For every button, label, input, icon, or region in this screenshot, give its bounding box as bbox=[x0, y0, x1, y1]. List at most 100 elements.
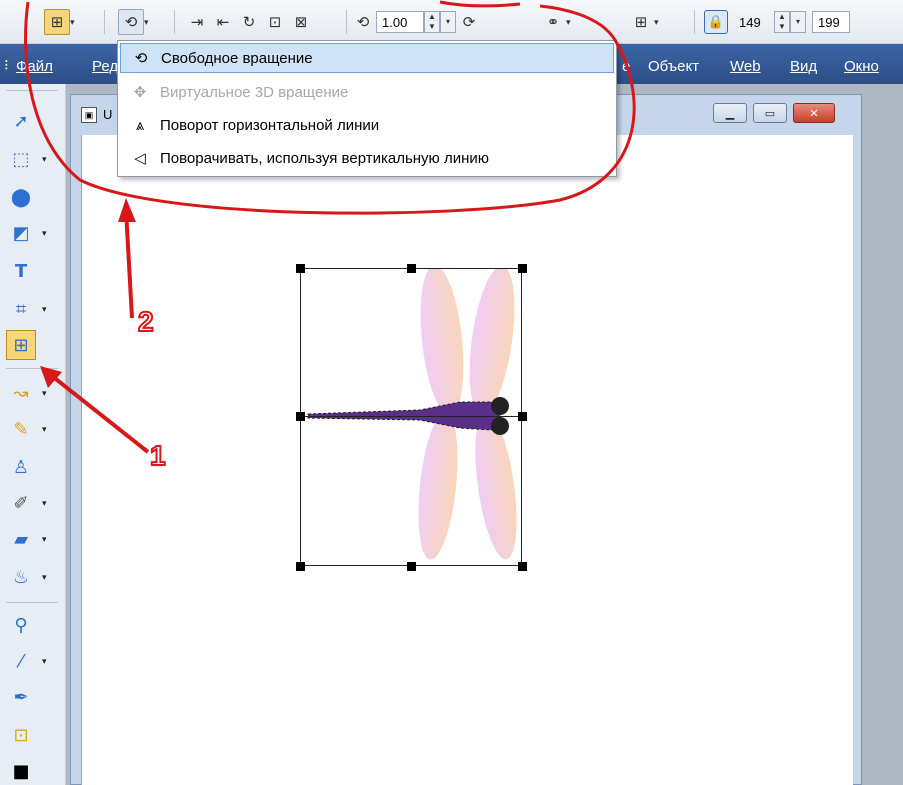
rotation-axis-line bbox=[300, 416, 522, 417]
rotation-group: ⟲ 1.00 ▲ ▼ ▾ ⟳ bbox=[350, 9, 482, 35]
menu-item-label: Виртуальное 3D вращение bbox=[160, 83, 349, 101]
separator bbox=[174, 10, 175, 34]
mask-tool-icon[interactable]: ⬤ bbox=[6, 182, 36, 212]
align-tools: ⇥ ⇤ ↻ ⊡ ⊠ bbox=[184, 9, 314, 35]
pick-tool-icon[interactable]: ➚ bbox=[6, 106, 36, 136]
menu-item-label: Поворачивать, используя вертикальную лин… bbox=[160, 149, 490, 167]
fill-tool-icon[interactable]: ♨ bbox=[6, 562, 36, 592]
brush-tool-icon[interactable]: ✎ bbox=[6, 414, 36, 444]
rotate-left-icon[interactable]: ⟲ bbox=[350, 9, 376, 35]
menu-edit[interactable]: Ред bbox=[92, 58, 118, 75]
spray-tool-icon[interactable]: ✐ bbox=[6, 488, 36, 518]
separator bbox=[346, 10, 347, 34]
resize-handle[interactable] bbox=[296, 264, 305, 273]
height-field[interactable]: 199 bbox=[812, 11, 850, 33]
resize-handle[interactable] bbox=[296, 412, 305, 421]
chevron-down-icon[interactable]: ▾ bbox=[42, 388, 47, 399]
eyedropper-tool-icon[interactable]: ⁄ bbox=[6, 646, 36, 676]
width-spinner[interactable]: ▲ ▼ bbox=[774, 11, 790, 33]
chevron-down-icon[interactable]: ▾ bbox=[42, 228, 47, 239]
transform-mode-button[interactable]: ⊞ bbox=[44, 9, 70, 35]
menu-item-label: Поворот горизонтальной линии bbox=[160, 116, 380, 134]
separator bbox=[104, 10, 105, 34]
annotation-marker-1: 1 bbox=[149, 439, 167, 472]
shape-tool-icon[interactable]: ◩ bbox=[6, 218, 36, 248]
free-rotate-icon: ⟲ bbox=[134, 49, 148, 67]
rotate-mode-dropdown: ⟲ Свободное вращение ✥ Виртуальное 3D вр… bbox=[117, 40, 617, 177]
menu-object[interactable]: Объект bbox=[648, 58, 699, 75]
horizontal-line-rotate-icon: ⩓ bbox=[135, 116, 145, 134]
rotate-right-icon[interactable]: ⟳ bbox=[456, 9, 482, 35]
menu-web[interactable]: Web bbox=[730, 58, 761, 75]
chevron-down-icon[interactable]: ▾ bbox=[42, 572, 47, 583]
resize-handle[interactable] bbox=[407, 264, 416, 273]
chevron-down-icon[interactable]: ▾ bbox=[144, 17, 154, 28]
transform-tool-icon[interactable]: ⊞ bbox=[6, 330, 36, 360]
menu-item-3d-rotate: ✥ Виртуальное 3D вращение bbox=[120, 77, 614, 107]
chevron-down-icon[interactable]: ▾ bbox=[42, 656, 47, 667]
menu-window[interactable]: Окно bbox=[844, 58, 879, 75]
close-button[interactable]: ✕ bbox=[793, 103, 835, 123]
resize-handle[interactable] bbox=[407, 562, 416, 571]
rotation-dropdown[interactable]: ▾ bbox=[440, 11, 456, 33]
resize-handle[interactable] bbox=[518, 562, 527, 571]
fit-icon[interactable]: ⊠ bbox=[288, 9, 314, 35]
size-group: 🔒 149 ▲ ▼ ▾ 199 bbox=[704, 9, 850, 35]
link-group: ⚭ ▾ bbox=[540, 9, 576, 35]
maximize-button[interactable]: ▭ bbox=[753, 103, 787, 123]
menu-file[interactable]: Файл bbox=[16, 58, 53, 75]
minimize-button[interactable]: ▁ bbox=[713, 103, 747, 123]
color-swatch-icon[interactable]: ■ bbox=[6, 756, 36, 785]
text-tool-icon[interactable]: T bbox=[6, 256, 36, 286]
property-bar: ⊞ ▾ ⟲ ▾ ⇥ ⇤ ↻ ⊡ ⊠ ⟲ 1.00 ▲ ▼ ▾ ⟳ ⚭ ▾ ⊞ ▾… bbox=[0, 0, 903, 44]
chevron-down-icon[interactable]: ▾ bbox=[42, 154, 47, 165]
rotate-mode-button[interactable]: ⟲ bbox=[118, 9, 144, 35]
rotate-90-icon[interactable]: ↻ bbox=[236, 9, 262, 35]
menu-grip: ⁝ bbox=[4, 57, 9, 74]
chevron-down-icon[interactable]: ▾ bbox=[566, 17, 576, 28]
menu-item-label: Свободное вращение bbox=[161, 49, 313, 67]
selection-bounding-box[interactable] bbox=[300, 268, 522, 566]
clone-tool-icon[interactable]: ♙ bbox=[6, 452, 36, 482]
link-icon[interactable]: ⚭ bbox=[540, 9, 566, 35]
selection-tool-icon[interactable]: ⬚ bbox=[6, 144, 36, 174]
chevron-down-icon[interactable]: ▾ bbox=[42, 424, 47, 435]
rotate-mode-group: ⟲ ▾ bbox=[118, 9, 154, 35]
object-picker-icon[interactable]: ⊡ bbox=[6, 720, 36, 750]
menu-item-vertical-rotate[interactable]: ◁ Поворачивать, используя вертикальную л… bbox=[120, 143, 614, 173]
rotation-angle-field[interactable]: 1.00 bbox=[376, 11, 424, 33]
object-options-icon[interactable]: ⊞ bbox=[628, 9, 654, 35]
crop-tool-icon[interactable]: ⌗ bbox=[6, 294, 36, 324]
chevron-down-icon[interactable]: ▾ bbox=[42, 534, 47, 545]
rotation-spinner[interactable]: ▲ ▼ bbox=[424, 11, 440, 33]
chevron-down-icon[interactable]: ▾ bbox=[42, 498, 47, 509]
3d-rotate-icon: ✥ bbox=[133, 83, 147, 101]
menu-partial[interactable]: е bbox=[622, 58, 630, 75]
width-dropdown[interactable]: ▾ bbox=[790, 11, 806, 33]
zoom-tool-icon[interactable]: ⚲ bbox=[6, 610, 36, 640]
menu-item-horizontal-rotate[interactable]: ⩓ Поворот горизонтальной линии bbox=[120, 110, 614, 140]
resize-handle[interactable] bbox=[518, 264, 527, 273]
flip-horizontal-icon[interactable]: ⇥ bbox=[184, 9, 210, 35]
document-name: U bbox=[103, 107, 113, 122]
chevron-down-icon[interactable]: ▾ bbox=[654, 17, 664, 28]
chevron-down-icon[interactable]: ▾ bbox=[70, 17, 80, 28]
resize-handle[interactable] bbox=[518, 412, 527, 421]
eraser-tool-icon[interactable]: ▰ bbox=[6, 524, 36, 554]
menu-view[interactable]: Вид bbox=[790, 58, 817, 75]
stretch-icon[interactable]: ⊡ bbox=[262, 9, 288, 35]
pick-mode-group: ⊞ ▾ bbox=[44, 9, 80, 35]
separator bbox=[6, 368, 58, 369]
chevron-down-icon[interactable]: ▾ bbox=[42, 304, 47, 315]
toolbox-grip bbox=[6, 90, 58, 91]
resize-handle[interactable] bbox=[296, 562, 305, 571]
separator bbox=[6, 602, 58, 603]
effect-tool-icon[interactable]: ↝ bbox=[6, 378, 36, 408]
flip-vertical-icon[interactable]: ⇤ bbox=[210, 9, 236, 35]
app-root: ⊞ ▾ ⟲ ▾ ⇥ ⇤ ↻ ⊡ ⊠ ⟲ 1.00 ▲ ▼ ▾ ⟳ ⚭ ▾ ⊞ ▾… bbox=[0, 0, 903, 785]
lock-aspect-icon[interactable]: 🔒 bbox=[704, 10, 728, 34]
separator bbox=[694, 10, 695, 34]
menu-item-free-rotate[interactable]: ⟲ Свободное вращение bbox=[120, 43, 614, 73]
pen-tool-icon[interactable]: ✒ bbox=[6, 682, 36, 712]
width-field[interactable]: 149 bbox=[734, 11, 774, 33]
